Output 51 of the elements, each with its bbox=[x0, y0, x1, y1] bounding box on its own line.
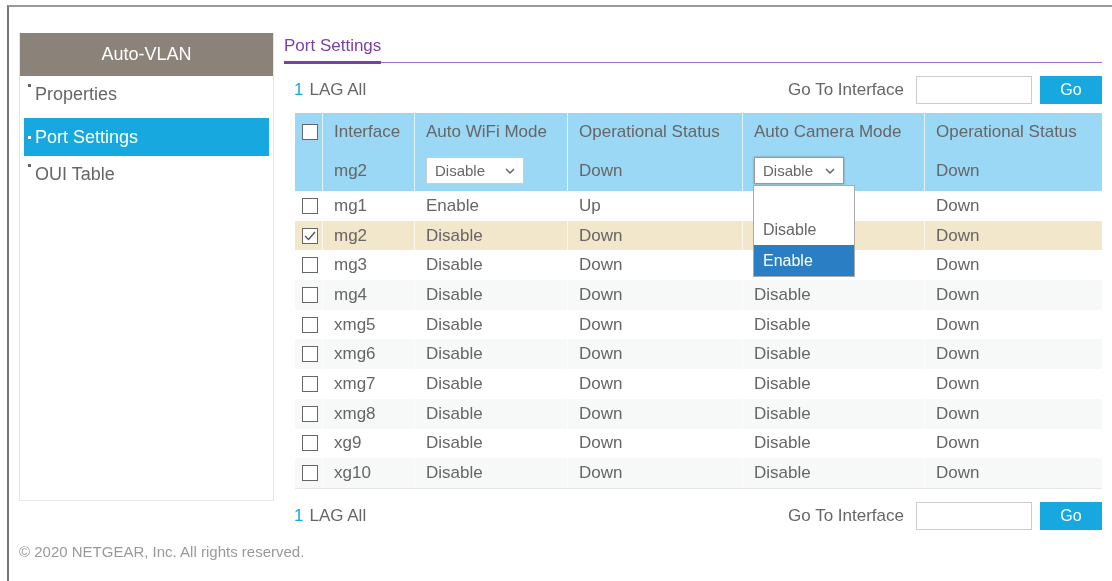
table-cell: Disable bbox=[742, 398, 924, 429]
dropdown-option[interactable]: Enable bbox=[754, 245, 854, 276]
checkbox[interactable] bbox=[301, 257, 318, 274]
lag-all-link[interactable]: LAG All bbox=[309, 80, 367, 100]
table-cell: xmg7 bbox=[322, 369, 414, 399]
checkbox[interactable] bbox=[301, 405, 318, 422]
table-cell: Down bbox=[567, 458, 742, 488]
checkbox[interactable] bbox=[301, 197, 318, 214]
table-cell: Disable bbox=[414, 398, 567, 429]
table-cell: xg10 bbox=[322, 458, 414, 488]
table-cell: mg1 bbox=[322, 191, 414, 221]
table-cell: Disable bbox=[414, 369, 567, 399]
table-cell: Down bbox=[567, 398, 742, 429]
chevron-down-icon bbox=[505, 167, 515, 174]
wifi-mode-select[interactable]: Disable bbox=[426, 157, 524, 184]
checkbox[interactable] bbox=[301, 227, 318, 244]
checkbox[interactable] bbox=[301, 346, 318, 363]
sidebar-title: Auto-VLAN bbox=[20, 33, 273, 76]
table-cell: mg4 bbox=[322, 280, 414, 310]
table-cell: Down bbox=[567, 369, 742, 399]
table-cell: Down bbox=[924, 458, 1099, 488]
checkbox[interactable] bbox=[301, 465, 318, 482]
chevron-down-icon bbox=[825, 167, 835, 174]
checkbox[interactable] bbox=[301, 286, 318, 303]
sidebar-item[interactable]: OUI Table bbox=[24, 160, 269, 194]
checkbox[interactable] bbox=[301, 316, 318, 333]
table-cell: Down bbox=[924, 280, 1099, 310]
table-cell: Disable bbox=[414, 458, 567, 488]
table-cell: Down bbox=[924, 191, 1099, 221]
table-cell: xmg8 bbox=[322, 398, 414, 429]
table-cell: Disable bbox=[742, 369, 924, 399]
go-to-interface-label: Go To Interface bbox=[788, 505, 904, 526]
lag-all-link[interactable]: LAG All bbox=[309, 505, 367, 526]
table-cell: Down bbox=[924, 369, 1099, 399]
table-cell: Down bbox=[924, 398, 1099, 429]
table-cell: Disable bbox=[742, 280, 924, 310]
copyright-text: © 2020 NETGEAR, Inc. All rights reserved. bbox=[19, 542, 306, 561]
go-to-interface-field[interactable] bbox=[916, 501, 1032, 530]
camera-mode-select[interactable]: Disable bbox=[754, 157, 844, 184]
table-cell: Enable bbox=[414, 191, 567, 221]
table-cell: Up bbox=[567, 191, 742, 221]
checkbox[interactable] bbox=[301, 123, 318, 140]
go-to-interface-field[interactable] bbox=[916, 76, 1032, 104]
tab[interactable]: Port Settings bbox=[284, 33, 382, 64]
go-to-interface-label: Go To Interface bbox=[788, 80, 904, 100]
table-cell: Disable bbox=[414, 280, 567, 310]
table-cell: Down bbox=[567, 280, 742, 310]
checkbox[interactable] bbox=[301, 435, 318, 452]
sidebar-item[interactable]: Properties bbox=[24, 80, 269, 114]
checkbox[interactable] bbox=[301, 375, 318, 392]
table-cell: Disable bbox=[742, 458, 924, 488]
